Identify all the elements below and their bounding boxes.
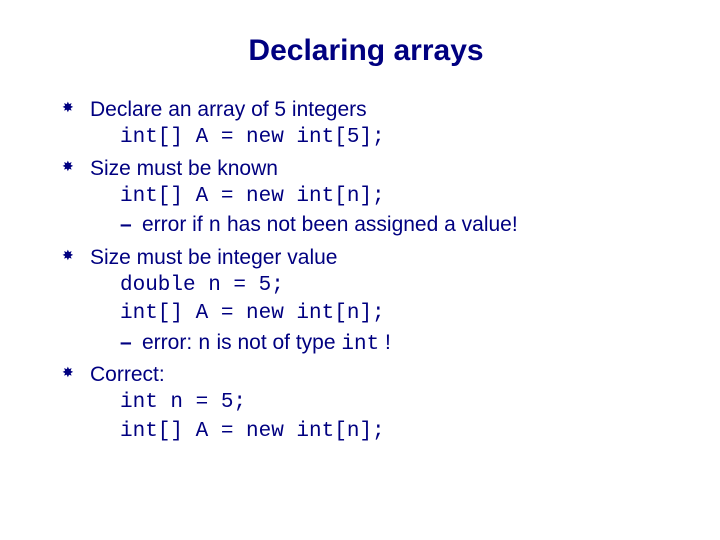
bullet-3-text: Size must be integer value (90, 246, 337, 269)
bullet-2-code: int[] A = new int[n]; (90, 183, 672, 211)
bullet-2-text: Size must be known (90, 157, 278, 180)
bullet-3-sub-pre: error: (142, 331, 198, 354)
bullet-4-code-1: int n = 5; (90, 389, 672, 417)
bullet-4: Correct: int n = 5; int[] A = new int[n]… (60, 361, 672, 446)
bullet-2-sub-pre: error if (142, 213, 209, 236)
bullet-2-sub-code: n (209, 215, 222, 238)
bullet-2-sub: error if n has not been assigned a value… (90, 211, 672, 241)
bullet-1-text: Declare an array of 5 integers (90, 98, 367, 121)
bullet-4-code-2: int[] A = new int[n]; (90, 418, 672, 446)
bullet-3-sub-code-1: n (198, 333, 211, 356)
bullet-3-sub: error: n is not of type int ! (90, 329, 672, 359)
bullet-list: Declare an array of 5 integers int[] A =… (60, 96, 672, 446)
slide-title: Declaring arrays (60, 34, 672, 68)
bullet-2: Size must be known int[] A = new int[n];… (60, 155, 672, 242)
bullet-1: Declare an array of 5 integers int[] A =… (60, 96, 672, 153)
bullet-3-code-1: double n = 5; (90, 272, 672, 300)
bullet-1-code: int[] A = new int[5]; (90, 124, 672, 152)
bullet-3-sub-mid: is not of type (211, 331, 342, 354)
bullet-3: Size must be integer value double n = 5;… (60, 244, 672, 359)
bullet-4-text: Correct: (90, 363, 165, 386)
bullet-3-code-2: int[] A = new int[n]; (90, 300, 672, 328)
bullet-2-sub-post: has not been assigned a value! (221, 213, 518, 236)
bullet-3-sub-post: ! (379, 331, 391, 354)
bullet-3-sub-code-2: int (341, 333, 379, 356)
